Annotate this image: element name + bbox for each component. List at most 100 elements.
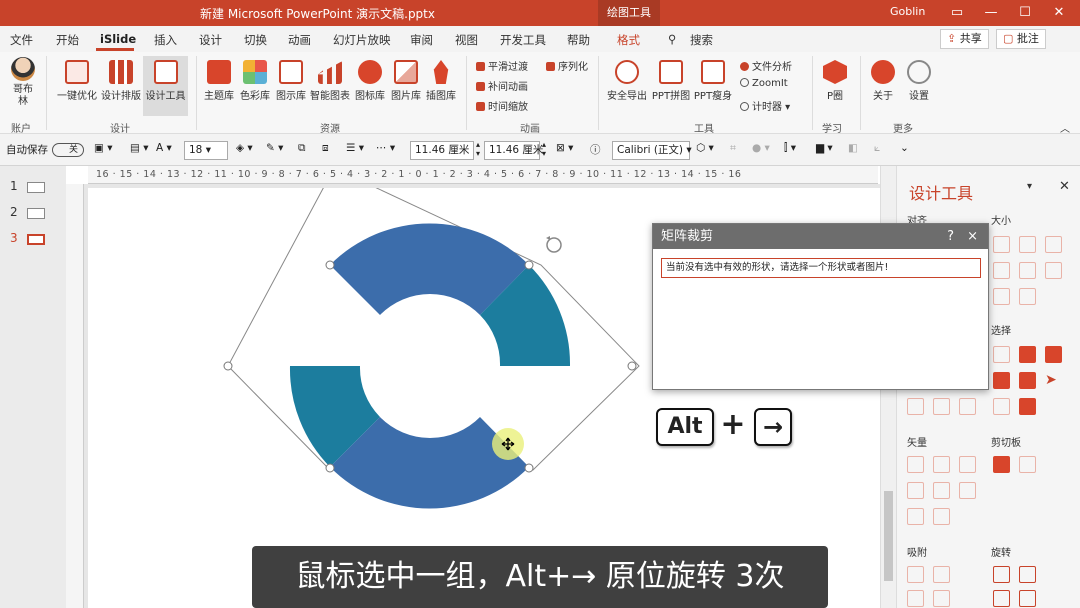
shape-styles-icon[interactable]: ⧉ — [298, 142, 306, 155]
tab-help[interactable]: 帮助 — [567, 32, 590, 48]
tab-slideshow[interactable]: 幻灯片放映 — [333, 32, 391, 48]
panel-options-icon[interactable]: ▾ — [1027, 181, 1032, 192]
width-input[interactable]: 11.46 厘米 — [484, 141, 543, 160]
minimize-icon[interactable]: — — [974, 0, 1008, 26]
resize-handle[interactable] — [223, 361, 233, 371]
tab-animations[interactable]: 动画 — [288, 32, 311, 48]
resize-handle[interactable] — [325, 260, 335, 270]
search-label[interactable]: 搜索 — [690, 32, 713, 48]
shadow-icon[interactable]: ● ▾ — [752, 142, 770, 154]
tab-design[interactable]: 设计 — [199, 32, 222, 48]
rotate-handle-icon[interactable] — [546, 236, 562, 253]
vector-tool-icon[interactable] — [933, 508, 950, 525]
theme-library-button[interactable]: 主题库 — [202, 60, 236, 102]
fill-color-icon[interactable]: ◈ ▾ — [236, 142, 253, 154]
autosave-toggle[interactable]: 关 — [52, 143, 84, 157]
tween-animation-button[interactable]: 补间动画 — [476, 78, 528, 93]
size-tool-icon[interactable] — [1019, 262, 1036, 279]
smart-chart-button[interactable]: 智能图表 — [309, 60, 351, 102]
effects-icon[interactable]: ⬡ ▾ — [696, 142, 714, 154]
vector-tool-icon[interactable] — [959, 456, 976, 473]
rotate-tool-icon[interactable] — [993, 590, 1010, 607]
scroll-thumb[interactable] — [884, 491, 893, 581]
size-tool-icon[interactable] — [1019, 288, 1036, 305]
vector-tool-icon[interactable] — [907, 456, 924, 473]
about-button[interactable]: 关于 — [866, 60, 900, 102]
serialize-button[interactable]: 序列化 — [546, 58, 588, 73]
text-box-icon[interactable]: ▤ ▾ — [130, 142, 149, 154]
customize-toolbar-icon[interactable]: ⌄ — [900, 142, 909, 154]
size-tool-icon[interactable] — [993, 262, 1010, 279]
design-layout-button[interactable]: 设计排版 — [100, 60, 142, 102]
close-window-icon[interactable]: ✕ — [1042, 0, 1076, 26]
tab-transitions[interactable]: 切换 — [244, 32, 267, 48]
smooth-transition-button[interactable]: 平滑过渡 — [476, 58, 528, 73]
settings-button[interactable]: 设置 — [902, 60, 936, 102]
select-tool-icon[interactable] — [1045, 346, 1062, 363]
icon-library-button[interactable]: 图标库 — [353, 60, 387, 102]
tab-review[interactable]: 审阅 — [410, 32, 433, 48]
align-icon[interactable]: ⫿ ▾ — [784, 142, 796, 155]
height-input[interactable]: 11.46 厘米 — [410, 141, 474, 160]
illustration-library-button[interactable]: 插图库 — [424, 60, 458, 102]
snap-tool-icon[interactable] — [907, 590, 924, 607]
file-analysis-button[interactable]: 文件分析 — [740, 58, 792, 73]
align-tool-icon[interactable] — [907, 398, 924, 415]
width-spinner-icon[interactable]: ▴ ▾ — [542, 140, 546, 158]
snap-tool-icon[interactable] — [933, 590, 950, 607]
size-tool-icon[interactable] — [1019, 236, 1036, 253]
diagram-library-button[interactable]: 图示库 — [274, 60, 308, 102]
vector-tool-icon[interactable] — [907, 508, 924, 525]
help-icon[interactable]: ⓘ — [590, 142, 601, 157]
font-color-icon[interactable]: A ▾ — [156, 142, 172, 154]
ppt-collage-button[interactable]: PPT拼图 — [651, 60, 691, 102]
tab-home[interactable]: 开始 — [56, 32, 79, 48]
rotate-tool-icon[interactable] — [1019, 566, 1036, 583]
align-tool-icon[interactable] — [959, 398, 976, 415]
tab-format[interactable]: 格式 — [617, 32, 640, 48]
slide-thumbnail-2[interactable] — [27, 208, 45, 219]
font-size-select[interactable]: 18 ▾ — [184, 141, 228, 160]
shape-select-icon[interactable]: ▣ ▾ — [94, 142, 113, 154]
select-tool-icon[interactable] — [1019, 346, 1036, 363]
clipboard-tool-icon[interactable] — [993, 456, 1010, 473]
select-tool-icon[interactable] — [1019, 372, 1036, 389]
dash-style-icon[interactable]: ⋯ ▾ — [376, 142, 395, 154]
resize-handle[interactable] — [524, 463, 534, 473]
tab-file[interactable]: 文件 — [10, 32, 33, 48]
resize-handle[interactable] — [627, 361, 637, 371]
size-tool-icon[interactable] — [1045, 236, 1062, 253]
tab-islide[interactable]: iSlide — [100, 32, 136, 46]
rotate-icon[interactable]: ⟀ — [874, 142, 880, 155]
select-tool-icon[interactable] — [993, 398, 1010, 415]
size-tool-icon[interactable] — [1045, 262, 1062, 279]
slide-thumbnail-3[interactable] — [27, 234, 45, 245]
zoomit-button[interactable]: ZoomIt — [740, 78, 788, 89]
ribbon-display-icon[interactable]: ▭ — [940, 0, 974, 26]
tab-developer[interactable]: 开发工具 — [500, 32, 546, 48]
font-name-select[interactable]: Calibri (正文) ▾ — [612, 141, 692, 160]
design-tools-button[interactable]: 设计工具 — [143, 56, 188, 116]
snap-tool-icon[interactable] — [907, 566, 924, 583]
snap-tool-icon[interactable] — [933, 566, 950, 583]
secure-export-button[interactable]: 安全导出 — [604, 60, 650, 102]
comment-button[interactable]: ▢ 批注 — [996, 29, 1046, 49]
crop-icon[interactable]: ⊠ ▾ — [556, 142, 573, 154]
size-tool-icon[interactable] — [993, 288, 1010, 305]
cursor-select-icon[interactable]: ➤ — [1045, 372, 1062, 389]
select-tool-icon[interactable] — [993, 372, 1010, 389]
p-circle-button[interactable]: P圈 — [818, 60, 852, 102]
group-icon[interactable]: ▆ ▾ — [816, 142, 833, 154]
color-library-button[interactable]: 色彩库 — [238, 60, 272, 102]
help-button[interactable]: ? — [947, 224, 954, 249]
align-tool-icon[interactable] — [933, 398, 950, 415]
vector-tool-icon[interactable] — [933, 456, 950, 473]
collapse-ribbon-icon[interactable]: ︿ — [1060, 120, 1070, 135]
rotate-tool-icon[interactable] — [1019, 590, 1036, 607]
select-tool-icon[interactable] — [1019, 398, 1036, 415]
timer-button[interactable]: 计时器 ▾ — [740, 98, 790, 113]
user-name[interactable]: Goblin — [890, 5, 925, 18]
vector-tool-icon[interactable] — [907, 482, 924, 499]
vector-tool-icon[interactable] — [933, 482, 950, 499]
size-tool-icon[interactable] — [993, 236, 1010, 253]
